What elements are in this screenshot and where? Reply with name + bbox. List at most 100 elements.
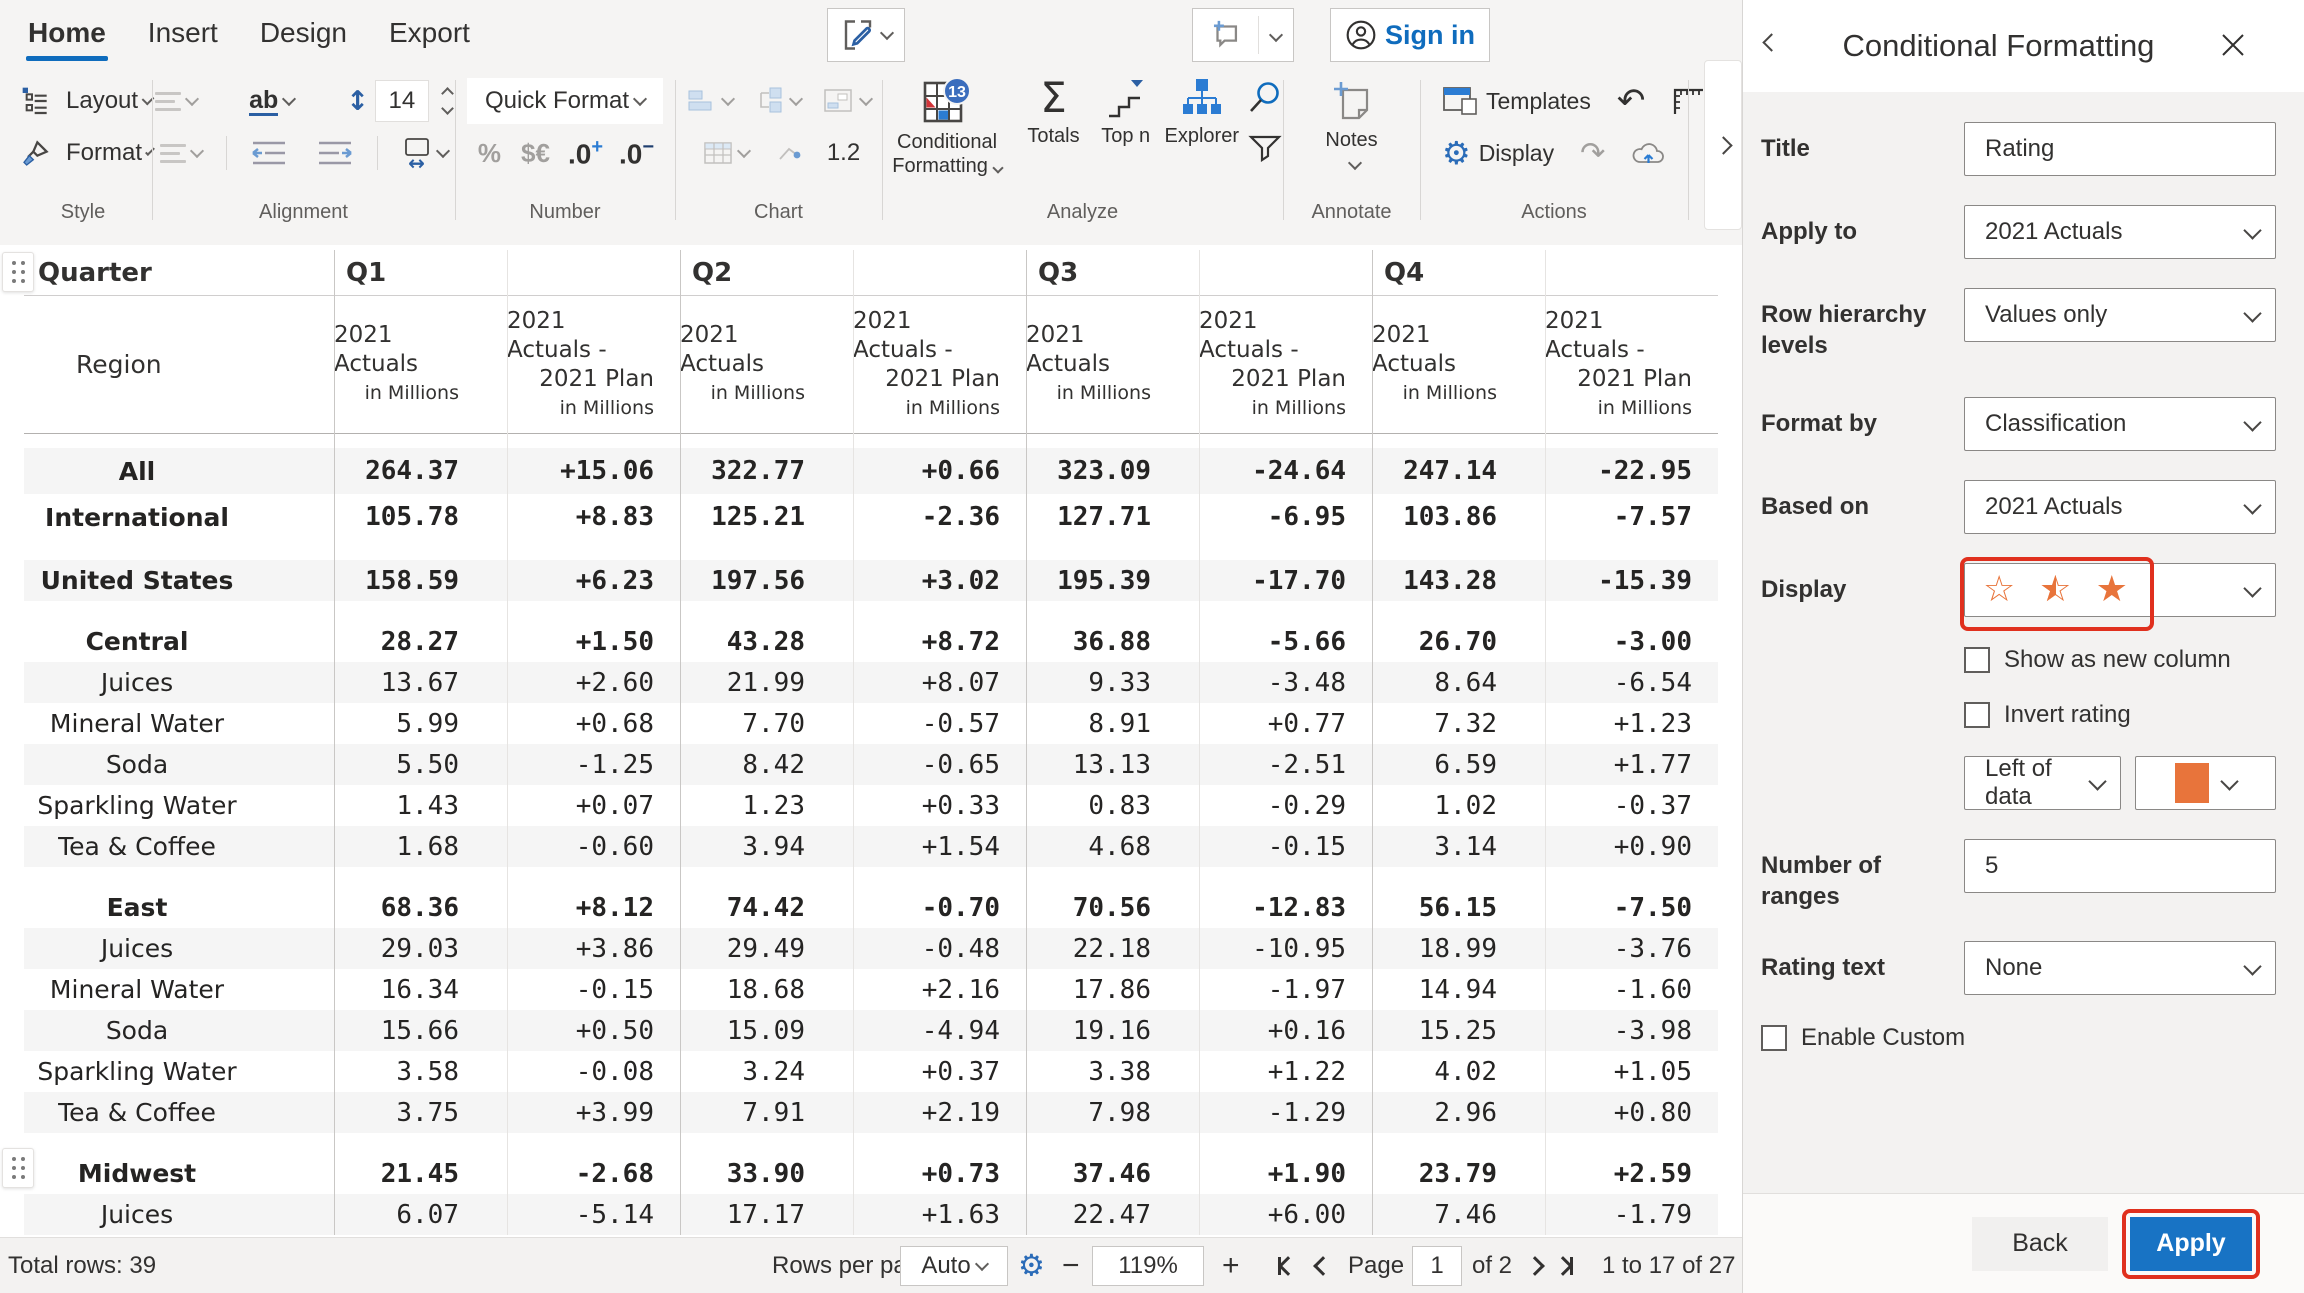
table-cell[interactable]: 36.88	[1026, 621, 1199, 662]
table-cell[interactable]: 14.94	[1372, 969, 1545, 1010]
table-style-button[interactable]	[697, 141, 755, 165]
table-cell[interactable]: -1.97	[1199, 969, 1372, 1010]
table-cell[interactable]: 13.67	[334, 662, 507, 703]
row-label[interactable]: Tea & Coffee	[24, 1092, 334, 1133]
table-cell[interactable]: 197.56	[680, 560, 853, 601]
table-cell[interactable]: +1.54	[853, 826, 1026, 867]
table-cell[interactable]: 2.96	[1372, 1092, 1545, 1133]
table-cell[interactable]: 7.46	[1372, 1194, 1545, 1235]
table-cell[interactable]: 3.58	[334, 1051, 507, 1092]
table-cell[interactable]: -2.36	[853, 494, 1026, 540]
chart-layout-button[interactable]	[817, 88, 877, 114]
table-cell[interactable]: 8.91	[1026, 703, 1199, 744]
table-cell[interactable]: 7.91	[680, 1092, 853, 1133]
cloud-upload-button[interactable]	[1625, 139, 1673, 167]
table-cell[interactable]: 4.02	[1372, 1051, 1545, 1092]
table-cell[interactable]: +0.77	[1199, 703, 1372, 744]
measure-header-actuals[interactable]: 2021 Actuals in Millions	[1372, 296, 1545, 433]
format-button[interactable]: Format	[14, 130, 155, 176]
table-cell[interactable]: 15.25	[1372, 1010, 1545, 1051]
table-cell[interactable]: +0.07	[507, 785, 680, 826]
indent-button[interactable]	[311, 140, 359, 166]
table-cell[interactable]: 16.34	[334, 969, 507, 1010]
table-cell[interactable]: -0.15	[507, 969, 680, 1010]
measure-header-actuals[interactable]: 2021 Actuals in Millions	[680, 296, 853, 433]
table-cell[interactable]: +0.80	[1545, 1092, 1718, 1133]
row-label[interactable]: Juices	[24, 662, 334, 703]
table-cell[interactable]: 33.90	[680, 1153, 853, 1194]
table-cell[interactable]: -0.70	[853, 887, 1026, 928]
column-width-button[interactable]: ↔	[396, 137, 454, 173]
row-height-button[interactable]: ↕ 14	[340, 80, 458, 122]
table-cell[interactable]: 3.38	[1026, 1051, 1199, 1092]
zoom-level-input[interactable]: 119%	[1092, 1245, 1204, 1286]
table-cell[interactable]: +1.50	[507, 621, 680, 662]
edit-visual-button[interactable]	[827, 8, 905, 62]
table-cell[interactable]: 105.78	[334, 494, 507, 540]
table-cell[interactable]: 15.66	[334, 1010, 507, 1051]
last-page-button[interactable]	[1553, 1255, 1573, 1276]
table-cell[interactable]: +0.50	[507, 1010, 680, 1051]
percent-format-button[interactable]: %	[478, 138, 501, 169]
table-cell[interactable]: 17.17	[680, 1194, 853, 1235]
rating-text-select[interactable]: None	[1964, 941, 2276, 995]
table-cell[interactable]: +6.23	[507, 560, 680, 601]
table-cell[interactable]: 3.75	[334, 1092, 507, 1133]
page-number-input[interactable]: 1	[1412, 1245, 1462, 1286]
table-cell[interactable]: -5.14	[507, 1194, 680, 1235]
display-button[interactable]: ⚙ Display	[1436, 134, 1560, 172]
explorer-button[interactable]: Explorer	[1165, 76, 1239, 148]
totals-button[interactable]: Σ Totals	[1020, 76, 1087, 148]
top-n-button[interactable]: Top n	[1095, 76, 1157, 148]
table-cell[interactable]: -17.70	[1199, 560, 1372, 601]
table-cell[interactable]: 29.03	[334, 928, 507, 969]
table-cell[interactable]: 3.24	[680, 1051, 853, 1092]
table-cell[interactable]: 17.86	[1026, 969, 1199, 1010]
table-cell[interactable]: +15.06	[507, 448, 680, 494]
zoom-out-button[interactable]: −	[1062, 1249, 1080, 1283]
table-cell[interactable]: +2.60	[507, 662, 680, 703]
table-cell[interactable]: 5.50	[334, 744, 507, 785]
table-cell[interactable]: -1.60	[1545, 969, 1718, 1010]
row-label[interactable]: Central	[24, 621, 334, 662]
table-cell[interactable]: +3.02	[853, 560, 1026, 601]
table-cell[interactable]: +0.68	[507, 703, 680, 744]
rows-per-page-select[interactable]: Auto	[900, 1245, 1008, 1286]
comment-dropdown[interactable]	[1259, 27, 1293, 43]
decrease-decimal-button[interactable]: .0−	[619, 136, 654, 170]
table-cell[interactable]: 5.99	[334, 703, 507, 744]
table-cell[interactable]: +1.05	[1545, 1051, 1718, 1092]
table-cell[interactable]: 56.15	[1372, 887, 1545, 928]
table-cell[interactable]: +8.12	[507, 887, 680, 928]
row-label[interactable]: Mineral Water	[24, 969, 334, 1010]
table-cell[interactable]: +0.33	[853, 785, 1026, 826]
table-cell[interactable]: 18.68	[680, 969, 853, 1010]
table-cell[interactable]: 3.14	[1372, 826, 1545, 867]
table-cell[interactable]: +1.23	[1545, 703, 1718, 744]
table-cell[interactable]: -15.39	[1545, 560, 1718, 601]
first-page-button[interactable]	[1278, 1255, 1298, 1276]
table-cell[interactable]: 125.21	[680, 494, 853, 540]
table-cell[interactable]: +1.22	[1199, 1051, 1372, 1092]
table-cell[interactable]: +8.83	[507, 494, 680, 540]
table-cell[interactable]: +0.37	[853, 1051, 1026, 1092]
table-cell[interactable]: -12.83	[1199, 887, 1372, 928]
table-cell[interactable]: +0.90	[1545, 826, 1718, 867]
table-cell[interactable]: -3.98	[1545, 1010, 1718, 1051]
font-size-stepper[interactable]	[441, 87, 454, 115]
tab-design[interactable]: Design	[258, 3, 349, 63]
row-label[interactable]: Juices	[24, 928, 334, 969]
number-of-ranges-input[interactable]: 5	[1964, 839, 2276, 893]
measure-header-variance[interactable]: 2021 Actuals -2021 Plan in Millions	[1545, 296, 1718, 433]
table-cell[interactable]: 195.39	[1026, 560, 1199, 601]
rating-position-select[interactable]: Left of data	[1964, 755, 2121, 810]
horizontal-align-button[interactable]	[154, 143, 208, 163]
ribbon-expander-button[interactable]	[1704, 60, 1742, 230]
row-label[interactable]: Soda	[24, 744, 334, 785]
table-cell[interactable]: 322.77	[680, 448, 853, 494]
chart-hierarchy-button[interactable]	[749, 87, 807, 115]
table-cell[interactable]: 0.83	[1026, 785, 1199, 826]
vertical-align-button[interactable]	[149, 91, 203, 111]
back-button[interactable]: Back	[1972, 1216, 2108, 1271]
outdent-button[interactable]	[245, 140, 293, 166]
